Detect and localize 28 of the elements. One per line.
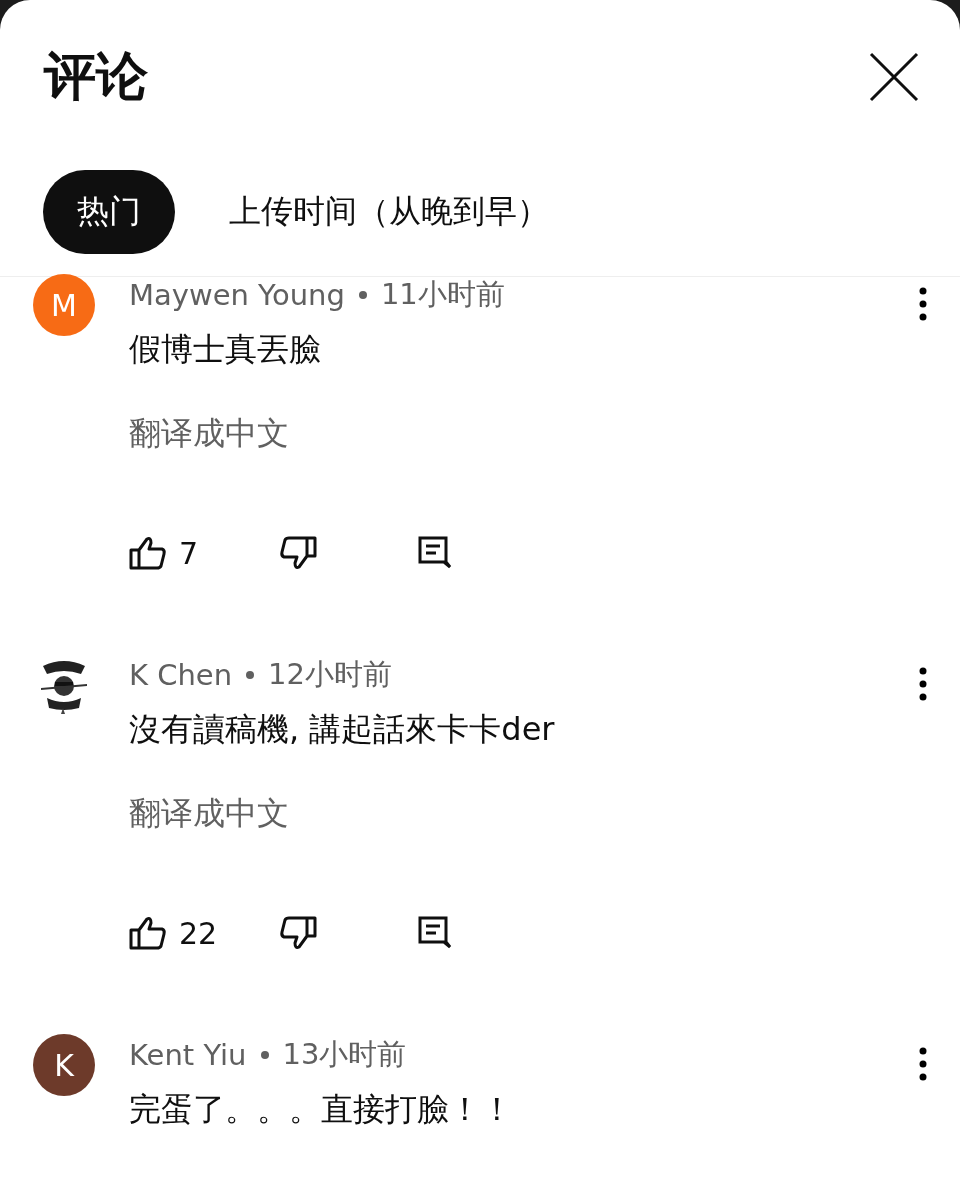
separator-dot <box>246 671 255 679</box>
more-icon[interactable] <box>918 667 928 701</box>
comment-text: 沒有讀稿機, 講起話來卡卡der <box>129 709 556 750</box>
translate-link[interactable]: 翻译成中文 <box>129 791 289 835</box>
comment-time: 12小时前 <box>268 656 392 693</box>
comment-text: 完蛋了。。。直接打臉！！ <box>129 1089 514 1130</box>
sort-tab[interactable]: 热门 <box>43 170 175 254</box>
thumbs-up-icon[interactable] <box>129 535 167 571</box>
close-icon[interactable] <box>868 51 920 103</box>
sort-tab[interactable]: 上传时间（从晚到早） <box>229 190 549 234</box>
like-count: 22 <box>179 915 218 951</box>
thumbs-down-icon[interactable] <box>279 535 317 571</box>
like-count: 7 <box>179 535 199 571</box>
comment-time: 13小时前 <box>282 1036 407 1073</box>
sheet-title: 评论 <box>44 45 148 108</box>
author-name: Kent Yiu <box>129 1038 247 1072</box>
translate-link[interactable]: 翻译成中文 <box>129 411 289 455</box>
more-icon[interactable] <box>918 1047 928 1081</box>
comment-time: 11小时前 <box>380 276 505 313</box>
thumbs-down-icon[interactable] <box>279 915 317 951</box>
thumbs-up-icon[interactable] <box>129 915 167 951</box>
separator-dot <box>358 291 367 299</box>
author-name: K Chen <box>129 658 233 692</box>
separator-dot <box>260 1051 269 1059</box>
more-icon[interactable] <box>918 287 928 321</box>
comment-text: 假博士真丟臉 <box>129 329 322 370</box>
avatar[interactable]: K <box>33 1034 95 1096</box>
author-name: Maywen Young <box>129 278 345 312</box>
